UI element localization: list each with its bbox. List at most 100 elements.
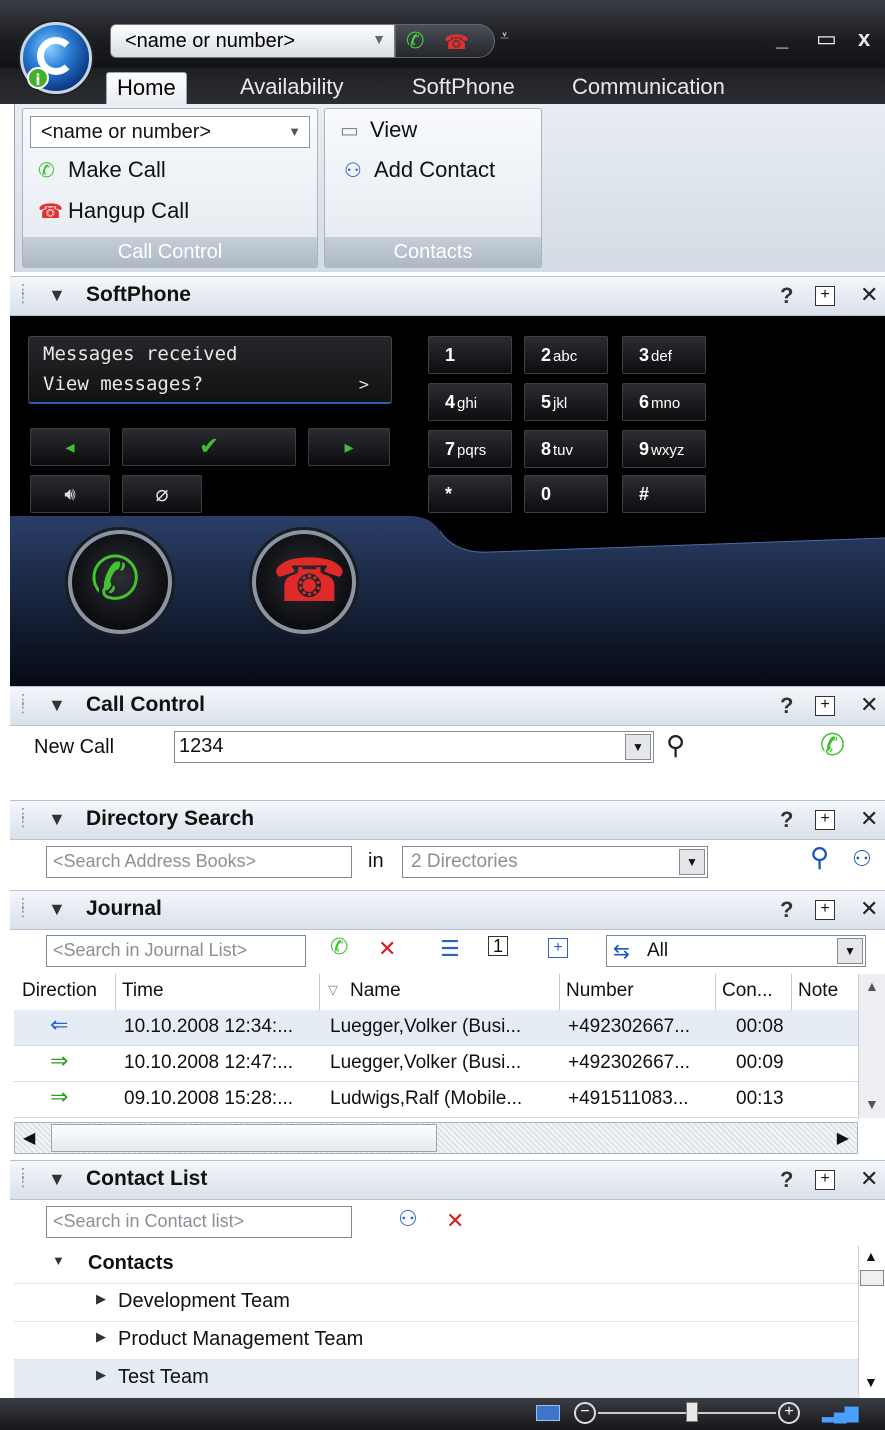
journal-search-input[interactable]: <Search in Journal List> xyxy=(46,935,306,967)
tab-home[interactable]: Home xyxy=(106,72,187,104)
col-direction[interactable]: Direction xyxy=(16,974,116,1010)
add-contact-button[interactable]: ⚇ Add Contact xyxy=(344,157,495,183)
calendar-icon[interactable]: 1 xyxy=(488,936,508,956)
view-button[interactable]: ▭ View xyxy=(340,117,417,143)
make-call-icon[interactable]: ✆ xyxy=(406,28,424,54)
grip-icon[interactable]: ⋮ ⋮ xyxy=(16,1166,30,1188)
help-icon[interactable]: ? xyxy=(780,807,793,833)
maximize-button[interactable]: ▭ xyxy=(816,26,837,52)
end-call-button[interactable]: ☎ xyxy=(252,530,356,634)
collapse-icon[interactable]: ▼ xyxy=(48,285,66,306)
directories-select[interactable]: 2 Directories ▼ xyxy=(402,846,708,878)
hangup-call-button[interactable]: ☎ Hangup Call xyxy=(38,198,189,224)
make-call-button[interactable]: ✆ Make Call xyxy=(38,157,166,183)
scroll-thumb[interactable] xyxy=(51,1124,437,1152)
search-icon[interactable]: ⚲ xyxy=(810,842,829,873)
new-call-input[interactable]: 1234 ▼ xyxy=(174,731,654,763)
tab-availability[interactable]: Availability xyxy=(230,72,354,104)
layout-view-icon[interactable] xyxy=(536,1405,560,1421)
expand-right-icon[interactable]: ▶ xyxy=(96,1291,106,1307)
zoom-slider-thumb[interactable] xyxy=(686,1402,698,1422)
expand-right-icon[interactable]: ▶ xyxy=(96,1367,106,1383)
collapse-icon[interactable]: ▼ xyxy=(48,899,66,920)
accept-call-button[interactable]: ✆ xyxy=(68,530,172,634)
add-contact-icon[interactable]: ⚇ xyxy=(398,1206,418,1232)
scroll-up-icon[interactable]: ▲ xyxy=(865,978,879,994)
key-button[interactable]: * xyxy=(428,475,512,513)
close-button[interactable]: x xyxy=(858,26,870,52)
speaker-button[interactable]: 🔊︎ xyxy=(30,475,110,513)
help-icon[interactable]: ? xyxy=(780,1167,793,1193)
add-entry-icon[interactable]: + xyxy=(548,938,568,958)
tree-root-contacts[interactable]: ▼ Contacts xyxy=(14,1246,860,1284)
scroll-left-icon[interactable]: ◀ xyxy=(23,1128,35,1148)
scroll-right-icon[interactable]: ▶ xyxy=(837,1128,849,1148)
contact-search-input[interactable]: <Search in Contact list> xyxy=(46,1206,352,1238)
scroll-up-icon[interactable]: ▲ xyxy=(864,1248,878,1264)
chevron-down-icon[interactable]: ▼ xyxy=(837,938,863,964)
chevron-down-icon[interactable]: ▼ xyxy=(625,734,651,760)
hangup-icon[interactable]: ☎ xyxy=(444,30,469,55)
journal-filter-select[interactable]: ⇆ All ▼ xyxy=(606,935,866,967)
expand-icon[interactable]: + xyxy=(815,286,835,306)
journal-horizontal-scrollbar[interactable]: ◀ ▶ xyxy=(14,1122,858,1154)
table-row[interactable]: ⇒ 09.10.2008 15:28:... Ludwigs,Ralf (Mobil… xyxy=(14,1082,858,1118)
tab-softphone[interactable]: SoftPhone xyxy=(402,72,525,104)
grip-icon[interactable]: ⋮ ⋮ xyxy=(16,282,30,304)
ok-button[interactable]: ✔ xyxy=(122,428,296,466)
zoom-out-icon[interactable]: − xyxy=(574,1402,596,1424)
mute-button[interactable]: ⌀ xyxy=(122,475,202,513)
scroll-thumb[interactable] xyxy=(860,1270,884,1286)
key-button[interactable]: 3 def xyxy=(622,336,706,374)
quick-access-toggle-icon[interactable]: ⩡ xyxy=(500,28,509,46)
grip-icon[interactable]: ⋮ ⋮ xyxy=(16,806,30,828)
tree-group-item[interactable]: ▶ Product Management Team xyxy=(14,1322,860,1360)
grip-icon[interactable]: ⋮ ⋮ xyxy=(16,896,30,918)
delete-icon[interactable]: ✕ xyxy=(378,936,396,962)
expand-down-icon[interactable]: ▼ xyxy=(52,1253,65,1268)
col-name[interactable]: ▽ Name xyxy=(320,974,560,1010)
right-arrow-button[interactable]: ▸ xyxy=(308,428,390,466)
key-button[interactable]: 2 abc xyxy=(524,336,608,374)
tree-group-item[interactable]: ▶ Test Team xyxy=(14,1360,860,1398)
address-book-search-input[interactable]: <Search Address Books> xyxy=(46,846,352,878)
key-button[interactable]: 6 mno xyxy=(622,383,706,421)
call-icon[interactable]: ✆ xyxy=(330,934,348,960)
scroll-down-icon[interactable]: ▼ xyxy=(864,1374,878,1390)
close-icon[interactable]: ✕ xyxy=(860,896,878,922)
quick-dial-combo[interactable]: <name or number> ▼ xyxy=(110,24,395,58)
help-icon[interactable]: ? xyxy=(780,283,793,309)
tab-communication[interactable]: Communication xyxy=(562,72,735,104)
scroll-down-icon[interactable]: ▼ xyxy=(865,1096,879,1112)
collapse-icon[interactable]: ▼ xyxy=(48,695,66,716)
chevron-down-icon[interactable]: ▼ xyxy=(288,124,301,139)
contact-vertical-scrollbar[interactable]: ▲ ▼ xyxy=(858,1246,885,1394)
help-icon[interactable]: ? xyxy=(780,897,793,923)
delete-icon[interactable]: ✕ xyxy=(446,1208,464,1234)
close-icon[interactable]: ✕ xyxy=(860,806,878,832)
search-icon[interactable]: ⚲ xyxy=(666,730,685,761)
key-button[interactable]: 5 jkl xyxy=(524,383,608,421)
key-button[interactable]: 1 xyxy=(428,336,512,374)
key-button[interactable]: 7 pqrs xyxy=(428,430,512,468)
key-button[interactable]: 0 xyxy=(524,475,608,513)
collapse-icon[interactable]: ▼ xyxy=(48,809,66,830)
ribbon-number-combo[interactable]: <name or number> ▼ xyxy=(30,116,310,148)
left-arrow-button[interactable]: ◂ xyxy=(30,428,110,466)
table-row[interactable]: ⇐ 10.10.2008 12:34:... Luegger,Volker (Bus… xyxy=(14,1010,858,1046)
key-button[interactable]: # xyxy=(622,475,706,513)
chevron-down-icon[interactable]: ▼ xyxy=(679,849,705,875)
expand-icon[interactable]: + xyxy=(815,1170,835,1190)
close-icon[interactable]: ✕ xyxy=(860,1166,878,1192)
col-note[interactable]: Note xyxy=(792,974,858,1010)
table-row[interactable]: ⇒ 10.10.2008 12:47:... Luegger,Volker (Bus… xyxy=(14,1046,858,1082)
journal-vertical-scrollbar[interactable]: ▲ ▼ xyxy=(858,974,885,1118)
list-view-icon[interactable]: ☰ xyxy=(440,936,460,962)
col-time[interactable]: Time xyxy=(116,974,320,1010)
col-connected[interactable]: Con... xyxy=(716,974,792,1010)
key-button[interactable]: 8 tuv xyxy=(524,430,608,468)
close-icon[interactable]: ✕ xyxy=(860,692,878,718)
key-button[interactable]: 4 ghi xyxy=(428,383,512,421)
close-icon[interactable]: ✕ xyxy=(860,282,878,308)
chevron-down-icon[interactable]: ▼ xyxy=(372,31,386,47)
